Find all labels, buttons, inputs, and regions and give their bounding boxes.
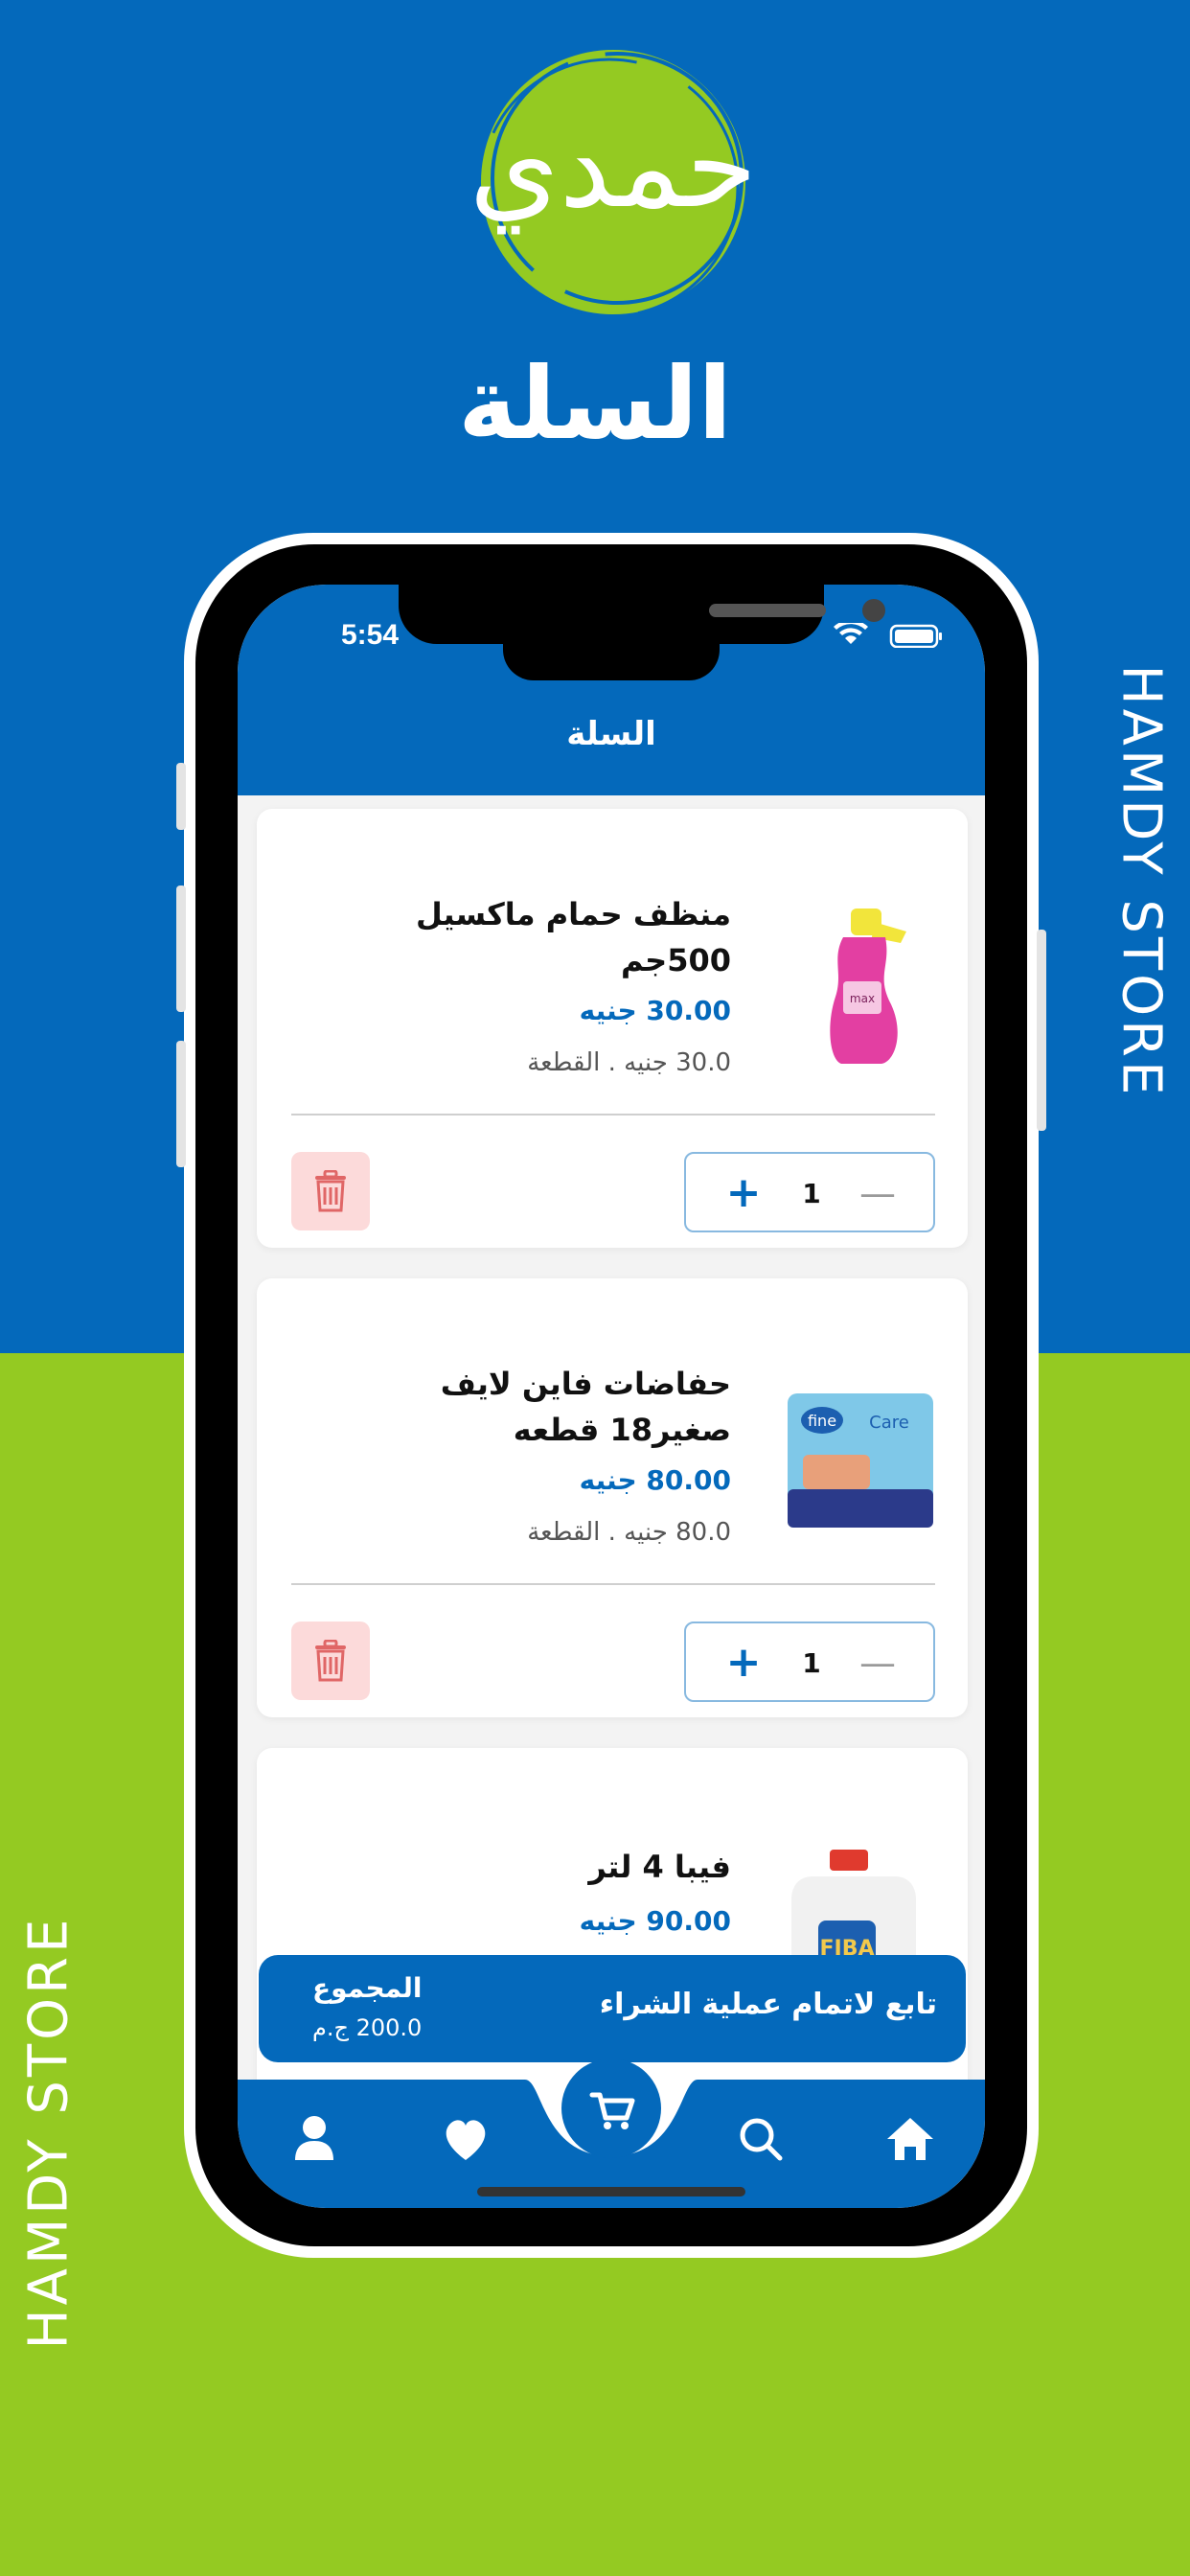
nav-cart-button[interactable] bbox=[561, 2058, 661, 2158]
status-icons bbox=[834, 623, 942, 648]
increase-quantity-button[interactable]: + bbox=[715, 1165, 772, 1223]
checkout-button[interactable]: تابع لاتمام عملية الشراء المجموع 200.0 ج… bbox=[259, 1955, 966, 2062]
total-value: 200.0 ج.م bbox=[312, 2014, 423, 2041]
checkout-action-label: تابع لاتمام عملية الشراء bbox=[599, 1988, 937, 2021]
svg-text:fine: fine bbox=[808, 1412, 836, 1430]
search-icon[interactable] bbox=[732, 2110, 790, 2168]
item-price: 30.00 جنيه bbox=[579, 995, 731, 1026]
battery-icon bbox=[889, 624, 942, 648]
card-divider bbox=[291, 1583, 935, 1585]
cart-icon bbox=[589, 2092, 635, 2129]
card-divider bbox=[291, 1114, 935, 1116]
increase-quantity-button[interactable]: + bbox=[715, 1635, 772, 1692]
phone-volume-down bbox=[176, 1041, 186, 1167]
product-image: fine Care bbox=[788, 1393, 933, 1528]
phone-mute-switch bbox=[176, 763, 186, 830]
quantity-value: 1 bbox=[802, 1647, 821, 1679]
logo-text: حمدي bbox=[469, 101, 757, 234]
side-brand-left: HAMDY STORE bbox=[17, 1915, 80, 2350]
phone-volume-up bbox=[176, 886, 186, 1012]
delete-item-button[interactable] bbox=[291, 1152, 370, 1230]
delete-item-button[interactable] bbox=[291, 1622, 370, 1700]
decrease-quantity-button[interactable]: — bbox=[849, 1635, 906, 1692]
trash-icon bbox=[315, 1640, 346, 1682]
camera-lens bbox=[862, 599, 885, 622]
total-label: المجموع bbox=[312, 1972, 423, 2004]
item-name: فيبا 4 لتر bbox=[588, 1849, 731, 1885]
item-price: 80.00 جنيه bbox=[579, 1464, 731, 1496]
svg-text:Care: Care bbox=[869, 1413, 909, 1433]
home-icon[interactable] bbox=[881, 2110, 939, 2168]
promo-title: السلة bbox=[457, 345, 733, 462]
decrease-quantity-button[interactable]: — bbox=[849, 1165, 906, 1223]
quantity-value: 1 bbox=[802, 1178, 821, 1209]
item-name: حفاضات فاين لايف صغير18 قطعه bbox=[440, 1366, 731, 1448]
phone-power-button bbox=[1037, 930, 1046, 1131]
item-price: 90.00 جنيه bbox=[579, 1905, 731, 1937]
heart-icon[interactable] bbox=[437, 2110, 494, 2168]
side-brand-right: HAMDY STORE bbox=[1110, 664, 1173, 1099]
cart-item: منظف حمام ماكسيل 500جم 30.00 جنيه 30.0 ج… bbox=[257, 809, 968, 1248]
page-title: السلة bbox=[566, 715, 656, 753]
cart-item: حفاضات فاين لايف صغير18 قطعه 80.00 جنيه … bbox=[257, 1278, 968, 1717]
home-indicator bbox=[477, 2187, 745, 2196]
quantity-stepper[interactable]: + 1 — bbox=[684, 1152, 935, 1232]
wifi-icon bbox=[834, 623, 868, 644]
item-unit-price: 80.0 جنيه . القطعة bbox=[527, 1518, 731, 1547]
trash-icon bbox=[315, 1170, 346, 1212]
speaker-grill bbox=[709, 604, 826, 617]
item-name: منظف حمام ماكسيل 500جم bbox=[415, 896, 731, 978]
phone-notch-lower bbox=[503, 632, 720, 680]
brand-logo: حمدي bbox=[469, 50, 757, 318]
product-image: max bbox=[830, 908, 906, 1064]
profile-icon[interactable] bbox=[286, 2110, 343, 2168]
svg-text:max: max bbox=[850, 992, 875, 1005]
quantity-stepper[interactable]: + 1 — bbox=[684, 1622, 935, 1702]
phone-screen: 5:54 السلة منظف حمام ماكسيل 500جم 30.00 … bbox=[238, 585, 985, 2208]
status-time: 5:54 bbox=[341, 619, 400, 651]
item-unit-price: 30.0 جنيه . القطعة bbox=[527, 1048, 731, 1077]
